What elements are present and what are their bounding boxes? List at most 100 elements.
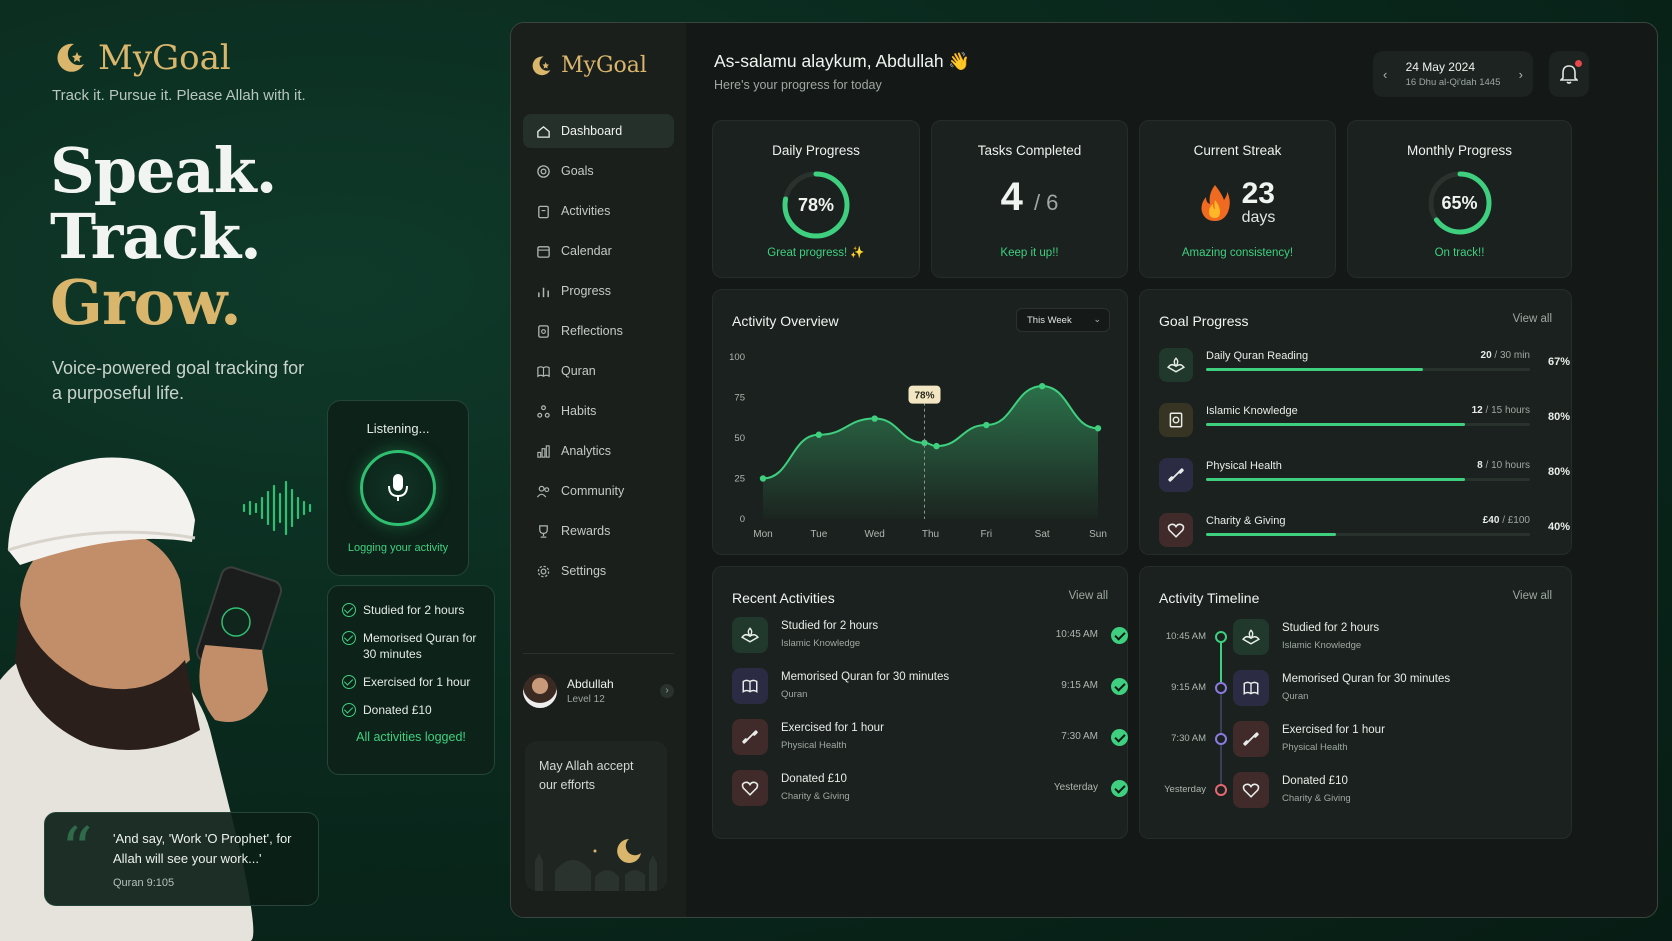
dumbbell-icon: [742, 730, 758, 744]
chevron-right-icon[interactable]: ›: [660, 683, 674, 698]
data-point[interactable]: [983, 421, 990, 429]
quran-icon: [1167, 357, 1185, 373]
goal-row[interactable]: Daily Quran Reading 20 / 30 min 67%: [1159, 346, 1570, 396]
goal-row[interactable]: Islamic Knowledge 12 / 15 hours 80%: [1159, 401, 1570, 451]
streak-display: 23 days: [1140, 179, 1335, 227]
user-profile[interactable]: Abdullah Level 12 ›: [523, 653, 674, 713]
check-circle-icon: [342, 603, 356, 617]
chart-area: [763, 386, 1098, 519]
listening-label: Listening...: [366, 421, 430, 436]
notifications-button[interactable]: [1549, 51, 1589, 97]
view-all-link[interactable]: View all: [1069, 590, 1108, 602]
hero-line: Track.: [50, 200, 262, 273]
activity-row[interactable]: Memorised Quran for 30 minutes Quran 9:1…: [732, 668, 1128, 714]
goal-name: Daily Quran Reading: [1206, 350, 1309, 362]
book-icon: [536, 365, 550, 377]
data-point[interactable]: [815, 431, 823, 438]
goal-icon-box: [1159, 513, 1193, 547]
sidebar-brand[interactable]: MyGoal: [523, 53, 674, 78]
activity-row[interactable]: Donated £10 Charity & Giving Yesterday: [732, 770, 1128, 816]
goal-percent: 40%: [1547, 521, 1570, 533]
brand-name: MyGoal: [98, 38, 231, 78]
sidebar-item-quran[interactable]: Quran: [523, 354, 674, 388]
goal-value-current: 8: [1477, 460, 1483, 471]
goal-progress-bar: [1206, 368, 1530, 371]
data-point[interactable]: [759, 475, 767, 482]
sidebar-item-community[interactable]: Community: [523, 474, 674, 508]
data-point[interactable]: [1038, 382, 1046, 390]
timeline-dot: [1215, 784, 1227, 796]
timeline-item[interactable]: Donated £10 Charity & Giving: [1233, 772, 1533, 818]
goal-value-target: / 30 min: [1494, 350, 1530, 361]
sidebar-item-calendar[interactable]: Calendar: [523, 234, 674, 268]
check-circle-icon: [342, 675, 356, 689]
users-icon: [535, 483, 551, 499]
sidebar-item-goals[interactable]: Goals: [523, 154, 674, 188]
goal-progress-fill: [1206, 423, 1466, 426]
knowledge-icon: [1169, 412, 1183, 428]
data-point[interactable]: [871, 415, 878, 422]
mosque-illustration: [535, 839, 657, 891]
dumbbell-icon: [1168, 468, 1184, 482]
timeline-item[interactable]: Studied for 2 hours Islamic Knowledge: [1233, 619, 1533, 665]
dashboard-window: MyGoal Dashboard Goals Activities Calend…: [510, 22, 1658, 918]
all-logged-label: All activities logged!: [356, 730, 466, 744]
sidebar-item-activities[interactable]: Activities: [523, 194, 674, 228]
goal-progress-bar: [1206, 533, 1530, 536]
check-icon: [1111, 678, 1128, 695]
sidebar-item-reflections[interactable]: Reflections: [523, 314, 674, 348]
goal-icon-box: [1159, 348, 1193, 382]
sidebar-item-rewards[interactable]: Rewards: [523, 514, 674, 548]
voice-listening-card: Listening... Logging your activity: [327, 400, 469, 576]
chevron-right-icon[interactable]: ›: [1519, 67, 1523, 82]
sidebar-item-settings[interactable]: Settings: [523, 554, 674, 588]
check-icon: [1111, 627, 1128, 644]
hero-line: Speak.: [50, 134, 277, 207]
goal-row[interactable]: Physical Health 8 / 10 hours 80%: [1159, 456, 1570, 506]
greeting-subtitle: Here's your progress for today: [714, 78, 882, 92]
hero-title: Speak. Track. Grow.: [50, 134, 277, 336]
sidebar-item-label: Settings: [561, 564, 607, 578]
activity-time: 10:45 AM: [1055, 629, 1098, 640]
quran-icon: [1242, 629, 1260, 645]
tagline: Track it. Pursue it. Please Allah with i…: [52, 87, 306, 104]
timeline-time: Yesterday: [1164, 784, 1206, 795]
gear-icon: [537, 565, 549, 577]
stat-footnote: Keep it up!!: [1000, 247, 1059, 259]
sidebar-item-progress[interactable]: Progress: [523, 274, 674, 308]
goal-row[interactable]: Charity & Giving £40 / £100 40%: [1159, 511, 1570, 561]
notification-dot: [1575, 60, 1582, 67]
timeline-dot: [1215, 631, 1227, 643]
calendar-icon: [535, 243, 551, 259]
sidebar-item-habits[interactable]: Habits: [523, 394, 674, 428]
data-point[interactable]: [1094, 425, 1102, 432]
data-point[interactable]: [933, 442, 940, 450]
mic-button[interactable]: [360, 450, 436, 526]
stat-footnote: On track!!: [1434, 247, 1485, 259]
daily-progress-ring: 78%: [780, 169, 852, 241]
brand-logo: MyGoal: [52, 38, 231, 78]
y-tick-label: 75: [734, 393, 745, 404]
x-tick-label: Tue: [810, 529, 827, 540]
view-all-link[interactable]: View all: [1513, 313, 1552, 325]
check-icon: [1111, 780, 1128, 797]
target-icon: [535, 163, 551, 179]
goal-name: Charity & Giving: [1206, 515, 1286, 527]
activity-row[interactable]: Studied for 2 hours Islamic Knowledge 10…: [732, 617, 1128, 663]
streak-value: 23: [1241, 177, 1275, 210]
quran-icon: [741, 627, 759, 643]
activity-row[interactable]: Exercised for 1 hour Physical Health 7:3…: [732, 719, 1128, 765]
activity-name: Donated £10: [1282, 775, 1348, 787]
chevron-left-icon[interactable]: ‹: [1383, 67, 1387, 82]
timeline-item[interactable]: Memorised Quran for 30 minutes Quran: [1233, 670, 1533, 716]
goal-progress-fill: [1206, 533, 1336, 536]
sidebar-item-analytics[interactable]: Analytics: [523, 434, 674, 468]
view-all-link[interactable]: View all: [1513, 590, 1552, 602]
goal-value: 12 / 15 hours: [1472, 405, 1530, 416]
sidebar-item-dashboard[interactable]: Dashboard: [523, 114, 674, 148]
book-icon: [535, 363, 551, 379]
goal-value: £40 / £100: [1483, 515, 1530, 526]
tasks-completed-card: Tasks Completed 4 / 6 Keep it up!!: [931, 120, 1128, 278]
logged-activities-card: Studied for 2 hours Memorised Quran for …: [327, 585, 495, 775]
timeline-item[interactable]: Exercised for 1 hour Physical Health: [1233, 721, 1533, 767]
